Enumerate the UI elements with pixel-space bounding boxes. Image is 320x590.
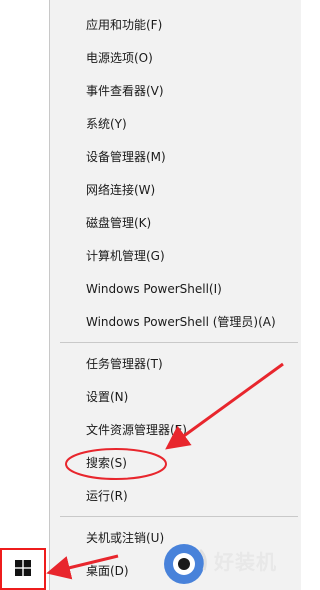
menu-item-apps-features[interactable]: 应用和功能(F) <box>86 13 162 37</box>
menu-item-device-manager[interactable]: 设备管理器(M) <box>86 145 166 169</box>
menu-item-powershell-admin[interactable]: Windows PowerShell (管理员)(A) <box>86 310 276 334</box>
menu-separator <box>60 342 298 343</box>
menu-item-event-viewer[interactable]: 事件查看器(V) <box>86 79 164 103</box>
menu-item-shutdown-signout[interactable]: 关机或注销(U) <box>86 526 164 550</box>
menu-item-file-explorer[interactable]: 文件资源管理器(E) <box>86 418 187 442</box>
watermark-text: 好装机 <box>214 550 277 574</box>
watermark-logo-icon <box>164 544 207 584</box>
menu-item-computer-management[interactable]: 计算机管理(G) <box>86 244 165 268</box>
start-button[interactable] <box>0 548 46 590</box>
menu-item-disk-management[interactable]: 磁盘管理(K) <box>86 211 151 235</box>
menu-item-network-connections[interactable]: 网络连接(W) <box>86 178 155 202</box>
menu-item-system[interactable]: 系统(Y) <box>86 112 127 136</box>
menu-item-desktop[interactable]: 桌面(D) <box>86 559 129 583</box>
winx-context-menu: 应用和功能(F) 电源选项(O) 事件查看器(V) 系统(Y) 设备管理器(M)… <box>49 0 301 590</box>
menu-item-run[interactable]: 运行(R) <box>86 484 128 508</box>
menu-item-powershell[interactable]: Windows PowerShell(I) <box>86 277 222 301</box>
menu-item-settings[interactable]: 设置(N) <box>86 385 128 409</box>
menu-separator <box>60 516 298 517</box>
menu-item-power-options[interactable]: 电源选项(O) <box>86 46 153 70</box>
menu-item-task-manager[interactable]: 任务管理器(T) <box>86 352 163 376</box>
watermark: 好装机 <box>160 540 300 590</box>
menu-item-search[interactable]: 搜索(S) <box>86 451 127 475</box>
windows-logo-icon <box>15 560 31 576</box>
